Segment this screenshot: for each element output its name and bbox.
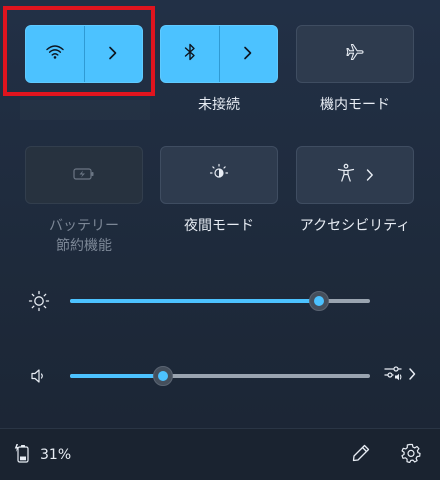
night-light-tile[interactable] bbox=[160, 146, 278, 204]
wifi-expand-button[interactable] bbox=[85, 26, 143, 82]
brightness-slider-fill bbox=[70, 299, 319, 303]
pencil-icon bbox=[351, 443, 371, 467]
night-light-label: 夜間モード bbox=[184, 218, 254, 234]
bluetooth-toggle-button[interactable] bbox=[161, 26, 220, 82]
wifi-toggle-button[interactable] bbox=[26, 26, 85, 82]
battery-saver-label-line2: 節約機能 bbox=[56, 238, 112, 254]
bluetooth-label: 未接続 bbox=[198, 97, 240, 113]
gear-icon bbox=[401, 443, 421, 467]
volume-icon[interactable] bbox=[26, 363, 52, 389]
battery-status[interactable]: 31% bbox=[14, 443, 71, 467]
quick-settings-panel: 未接続 機内モード バッテリー 節約機能 夜間モード アクセシビリティ 31% bbox=[0, 0, 440, 480]
bluetooth-icon bbox=[184, 43, 196, 65]
accessibility-label: アクセシビリティ bbox=[299, 218, 411, 234]
audio-output-icon bbox=[383, 364, 417, 388]
audio-output-button[interactable] bbox=[380, 363, 420, 389]
settings-button[interactable] bbox=[398, 442, 424, 468]
night-light-icon bbox=[209, 163, 229, 187]
brightness-icon bbox=[26, 288, 52, 314]
volume-row bbox=[0, 361, 440, 391]
wifi-tile bbox=[25, 25, 143, 83]
airplane-mode-tile[interactable] bbox=[296, 25, 414, 83]
bluetooth-tile bbox=[160, 25, 278, 83]
battery-icon bbox=[14, 442, 34, 468]
brightness-row bbox=[0, 286, 440, 316]
chevron-right-icon bbox=[108, 45, 118, 64]
airplane-icon bbox=[345, 43, 365, 65]
chevron-right-icon bbox=[243, 45, 253, 64]
wifi-icon bbox=[46, 44, 64, 64]
battery-saver-icon bbox=[73, 166, 95, 185]
battery-saver-tile[interactable] bbox=[25, 146, 143, 204]
accessibility-icon bbox=[336, 163, 356, 187]
chevron-right-icon bbox=[366, 166, 374, 185]
battery-saver-label-line1: バッテリー bbox=[49, 218, 119, 234]
accessibility-tile[interactable] bbox=[296, 146, 414, 204]
battery-percentage: 31% bbox=[40, 447, 72, 463]
battery-saver-label: バッテリー 節約機能 bbox=[19, 216, 149, 256]
bluetooth-expand-button[interactable] bbox=[220, 26, 278, 82]
volume-slider[interactable] bbox=[70, 366, 370, 386]
volume-slider-fill bbox=[70, 374, 163, 378]
edit-quick-settings-button[interactable] bbox=[348, 442, 374, 468]
volume-slider-thumb[interactable] bbox=[153, 366, 173, 386]
quick-settings-footer: 31% bbox=[0, 428, 440, 480]
airplane-mode-label: 機内モード bbox=[320, 97, 390, 113]
brightness-slider[interactable] bbox=[70, 291, 370, 311]
brightness-slider-thumb[interactable] bbox=[309, 291, 329, 311]
wifi-label bbox=[20, 100, 150, 120]
